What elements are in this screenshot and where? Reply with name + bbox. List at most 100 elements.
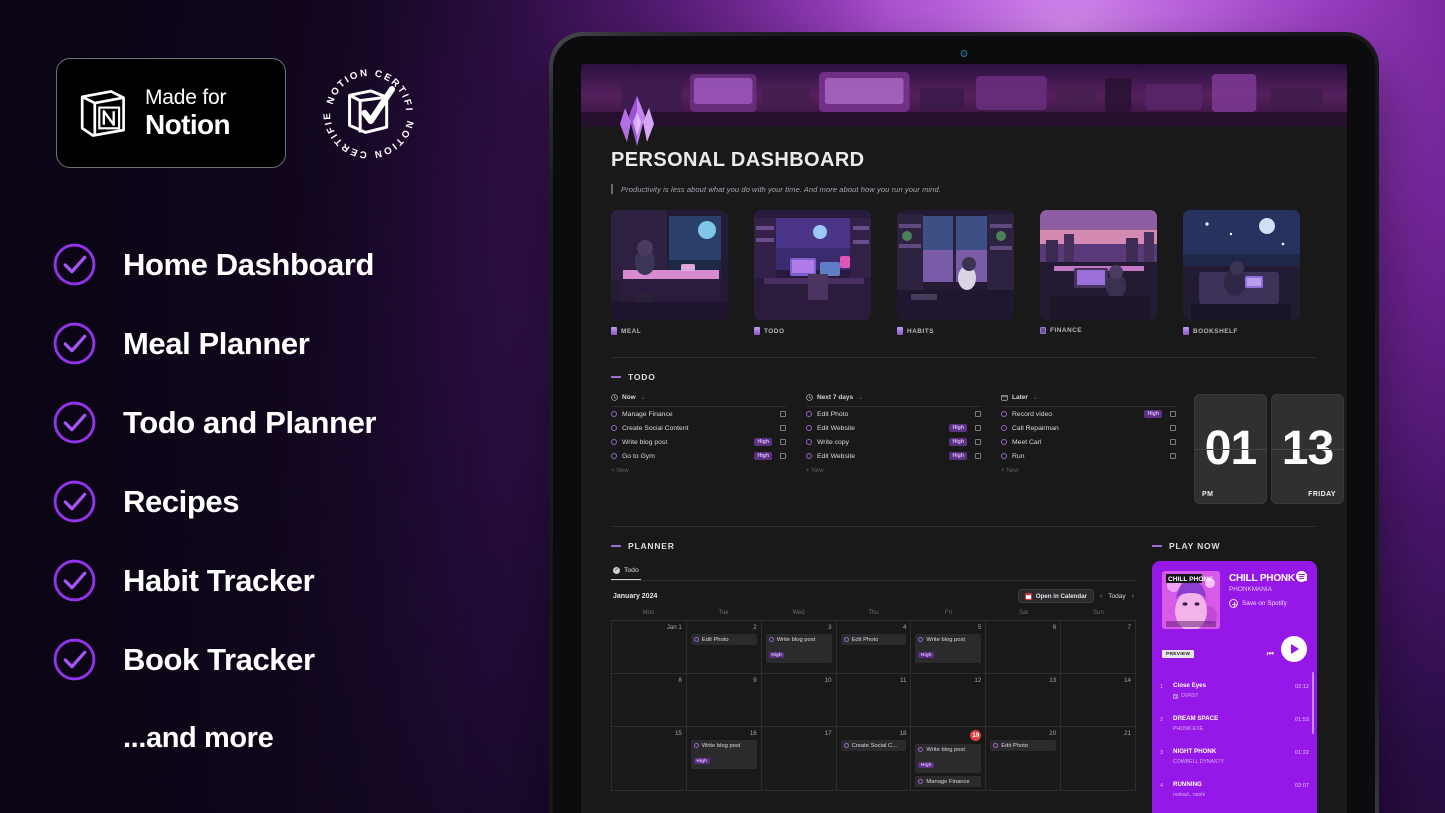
calendar-event[interactable]: Write blog post High [765, 634, 832, 663]
calendar-day-cell[interactable]: 14 [1061, 674, 1136, 727]
todo-checkbox[interactable] [780, 425, 786, 431]
calendar-day-cell[interactable]: 3 Write blog post High [761, 621, 837, 674]
chevron-down-icon[interactable]: ⌄ [641, 394, 646, 401]
page-link-card[interactable]: FINANCE [1040, 210, 1157, 335]
weekday-label: Mon [642, 610, 655, 616]
todo-item[interactable]: Write blog post High [611, 435, 786, 449]
calendar-day-cell[interactable]: 16 Write blog post High [686, 727, 762, 791]
status-circle-icon[interactable] [1001, 453, 1007, 459]
status-circle-icon[interactable] [806, 425, 812, 431]
play-icon[interactable] [1281, 636, 1307, 662]
calendar-day-cell[interactable]: 7 [1061, 621, 1136, 674]
calendar-day-cell[interactable]: 19 Write blog post High Manage Finance [911, 727, 987, 791]
track-row[interactable]: 3 NIGHT PHONK COWBELL DYNASTY 01:22 [1160, 736, 1309, 769]
status-circle-icon[interactable] [806, 411, 812, 417]
calendar-day-cell[interactable]: 21 [1061, 727, 1136, 791]
todo-checkbox[interactable] [975, 411, 981, 417]
status-circle-icon[interactable] [611, 439, 617, 445]
calendar-day-cell[interactable]: 4 Edit Photo [836, 621, 912, 674]
calendar-day-cell[interactable]: 15 [612, 727, 687, 791]
calendar-event[interactable]: Edit Photo [690, 634, 757, 645]
calendar-event[interactable]: Edit Photo [840, 634, 907, 645]
status-circle-icon[interactable] [806, 439, 812, 445]
todo-item[interactable]: Record video High [1001, 407, 1176, 421]
track-row[interactable]: 4 RUNNING nolead., nashi 02:07 [1160, 769, 1309, 802]
priority-tag: High [949, 452, 967, 460]
page-link-card[interactable]: HABITS [897, 210, 1014, 335]
todo-checkbox[interactable] [1170, 411, 1176, 417]
todo-checkbox[interactable] [975, 453, 981, 459]
chevron-down-icon[interactable]: ⌄ [858, 394, 863, 401]
calendar-day-cell[interactable]: 11 [836, 674, 912, 727]
track-row[interactable]: 1 Close Eyes E DVRST 02:12 [1160, 670, 1309, 703]
calendar-day-cell[interactable]: 8 [612, 674, 687, 727]
calendar-event[interactable]: Manage Finance [915, 776, 982, 787]
chevron-left-icon[interactable]: ‹ [1100, 593, 1102, 600]
todo-checkbox[interactable] [975, 425, 981, 431]
calendar-day-cell[interactable]: 12 [911, 674, 987, 727]
track-duration: 02:07 [1295, 782, 1309, 789]
column-header[interactable]: Now ⌄ [611, 394, 786, 407]
todo-checkbox[interactable] [975, 439, 981, 445]
calendar-day-cell[interactable]: 5 Write blog post High [911, 621, 987, 674]
todo-checkbox[interactable] [1170, 425, 1176, 431]
todo-item[interactable]: Run [1001, 449, 1176, 463]
calendar-day-cell[interactable]: Jan 1 [612, 621, 687, 674]
page-link-card[interactable]: BOOKSHELF [1183, 210, 1300, 335]
todo-checkbox[interactable] [1170, 439, 1176, 445]
calendar-day-cell[interactable]: 13 [986, 674, 1062, 727]
track-list-scrollbar[interactable] [1312, 672, 1314, 734]
todo-checkbox[interactable] [780, 439, 786, 445]
section-dash-icon [611, 376, 621, 378]
todo-item[interactable]: Create Social Content [611, 421, 786, 435]
track-row[interactable]: 2 DREAM SPACE PHONK.EXE 01:53 [1160, 703, 1309, 736]
status-circle-icon[interactable] [1001, 425, 1007, 431]
todo-item[interactable]: Call Repairman [1001, 421, 1176, 435]
todo-item[interactable]: Write copy High [806, 435, 981, 449]
chevron-right-icon[interactable]: › [1132, 593, 1134, 600]
column-header[interactable]: Later ⌄ [1001, 394, 1176, 407]
tab-todo[interactable]: Todo [611, 567, 641, 580]
track-row[interactable]: 5 METAMORPHOSIS E INTERWORLD 02:22 [1160, 802, 1309, 813]
calendar-day-cell[interactable]: 17 [761, 727, 837, 791]
status-circle-icon[interactable] [1001, 411, 1007, 417]
todo-item[interactable]: Edit Photo [806, 407, 981, 421]
column-header[interactable]: Next 7 days ⌄ [806, 394, 981, 407]
calendar-event[interactable]: Write blog post High [690, 740, 757, 769]
today-button[interactable]: Today [1108, 593, 1125, 600]
new-item-button[interactable]: + New [806, 467, 981, 474]
calendar-event[interactable]: Write blog post High [915, 634, 982, 663]
spotify-player-card[interactable]: CHILL PHONK CHILL PHONK 2024 PHONKMANIA [1152, 561, 1317, 666]
calendar-day-cell[interactable]: 9 [686, 674, 762, 727]
calendar-event[interactable]: Write blog post High [915, 744, 982, 773]
status-circle-icon[interactable] [806, 453, 812, 459]
todo-checkbox[interactable] [780, 411, 786, 417]
todo-item[interactable]: Edit Website High [806, 449, 981, 463]
skip-back-icon[interactable]: ⏮ [1267, 649, 1274, 659]
status-circle-icon[interactable] [1001, 439, 1007, 445]
save-on-spotify-button[interactable]: Save on Spotify [1229, 599, 1307, 608]
calendar-event[interactable]: Create Social C... [840, 740, 907, 751]
calendar-day-cell[interactable]: 2 Edit Photo [686, 621, 762, 674]
calendar-day-cell[interactable]: 10 [761, 674, 837, 727]
status-circle-icon[interactable] [611, 425, 617, 431]
todo-checkbox[interactable] [1170, 453, 1176, 459]
todo-item[interactable]: Meet Carl [1001, 435, 1176, 449]
calendar-day-cell[interactable]: 6 [986, 621, 1062, 674]
calendar-day-cell[interactable]: 20 Edit Photo [986, 727, 1062, 791]
page-link-card[interactable]: MEAL [611, 210, 728, 335]
chevron-down-icon[interactable]: ⌄ [1033, 394, 1038, 401]
todo-item[interactable]: Manage Finance [611, 407, 786, 421]
spotify-icon[interactable] [1296, 571, 1307, 582]
new-item-button[interactable]: + New [1001, 467, 1176, 474]
calendar-day-cell[interactable]: 18 Create Social C... [836, 727, 912, 791]
status-circle-icon[interactable] [611, 453, 617, 459]
open-in-calendar-button[interactable]: Open in Calendar [1017, 589, 1094, 603]
todo-item[interactable]: Edit Website High [806, 421, 981, 435]
new-item-button[interactable]: + New [611, 467, 786, 474]
calendar-event[interactable]: Edit Photo [990, 740, 1057, 751]
todo-checkbox[interactable] [780, 453, 786, 459]
page-link-card[interactable]: TODO [754, 210, 871, 335]
todo-item[interactable]: Go to Gym High [611, 449, 786, 463]
status-circle-icon[interactable] [611, 411, 617, 417]
